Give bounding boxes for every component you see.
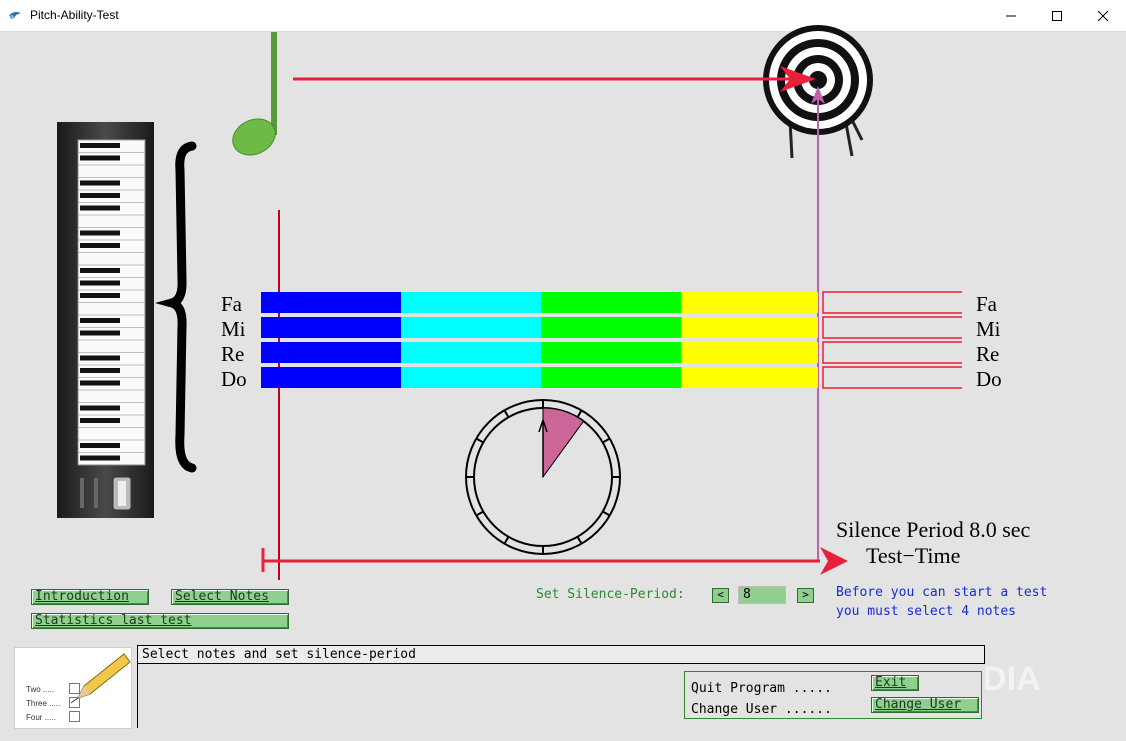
clock-icon bbox=[465, 399, 621, 555]
change-user-label: Change User ...... bbox=[691, 702, 832, 717]
quit-program-label: Quit Program ..... bbox=[691, 681, 832, 696]
clock-tick bbox=[602, 510, 611, 517]
status-bar: Select notes and set silence-period bbox=[137, 645, 985, 664]
note-slot bbox=[822, 291, 962, 314]
thumb-checkbox-icon bbox=[69, 711, 80, 722]
bar-segment bbox=[401, 292, 541, 313]
clock-tick bbox=[576, 536, 583, 545]
bar-segment bbox=[681, 342, 818, 363]
exit-button[interactable]: Exit bbox=[871, 675, 919, 691]
change-user-button[interactable]: Change User bbox=[871, 697, 979, 713]
note-slot bbox=[822, 366, 962, 389]
bar-segment bbox=[401, 342, 541, 363]
clock-tick bbox=[475, 437, 484, 444]
decrease-silence-button[interactable]: < bbox=[712, 588, 729, 603]
note-label-fa-right: Fa bbox=[976, 292, 997, 316]
info-line-2: you must select 4 notes bbox=[836, 604, 1017, 619]
test-canvas: SOFTPEDIA bbox=[57, 25, 1041, 698]
bar-segment bbox=[541, 342, 681, 363]
clock-tick bbox=[503, 409, 510, 418]
music-note-icon bbox=[232, 32, 277, 156]
note-label-mi-left: Mi bbox=[221, 317, 246, 341]
bar-segment bbox=[681, 317, 818, 338]
note-slot bbox=[822, 316, 962, 339]
note-label-do-left: Do bbox=[221, 367, 247, 391]
introduction-button[interactable]: Introduction bbox=[31, 589, 149, 605]
bar-segment bbox=[681, 292, 818, 313]
bar-segment bbox=[681, 367, 818, 388]
bar-segment bbox=[261, 367, 401, 388]
note-label-fa-left: Fa bbox=[221, 292, 242, 316]
note-label-re-right: Re bbox=[976, 342, 1000, 366]
bar-segment bbox=[541, 367, 681, 388]
bar-segment bbox=[541, 292, 681, 313]
note-slots bbox=[822, 291, 962, 389]
bar-segment bbox=[261, 292, 401, 313]
silence-period-value[interactable]: 8 bbox=[738, 586, 786, 604]
checklist-thumbnail: Two ..... Three ..... Four ..... bbox=[14, 647, 132, 729]
clock-tick bbox=[576, 409, 583, 418]
test-time-label: Test−Time bbox=[866, 543, 961, 568]
bar-segment bbox=[541, 317, 681, 338]
thumb-item-three: Three ..... bbox=[26, 699, 61, 708]
note-bars bbox=[261, 292, 818, 388]
clock-tick bbox=[503, 536, 510, 545]
silence-period-display: Silence Period 8.0 sec bbox=[836, 517, 1031, 542]
note-label-do-right: Do bbox=[976, 367, 1002, 391]
pencil-icon bbox=[70, 653, 131, 704]
clock-tick bbox=[602, 437, 611, 444]
statistics-button[interactable]: Statistics last test bbox=[31, 613, 289, 629]
clock-tick bbox=[475, 510, 484, 517]
bar-segment bbox=[401, 317, 541, 338]
keyboard-image bbox=[57, 122, 154, 518]
bar-segment bbox=[261, 342, 401, 363]
note-slot bbox=[822, 341, 962, 364]
thumb-item-four: Four ..... bbox=[26, 713, 56, 722]
thumb-item-two: Two ..... bbox=[26, 685, 55, 694]
silence-period-label: Set Silence-Period: bbox=[536, 587, 685, 602]
increase-silence-button[interactable]: > bbox=[797, 588, 814, 603]
brace-icon bbox=[154, 141, 197, 473]
note-label-re-left: Re bbox=[221, 342, 245, 366]
bar-segment bbox=[261, 317, 401, 338]
info-line-1: Before you can start a test bbox=[836, 585, 1048, 600]
bar-segment bbox=[401, 367, 541, 388]
select-notes-button[interactable]: Select Notes bbox=[171, 589, 289, 605]
note-label-mi-right: Mi bbox=[976, 317, 1001, 341]
